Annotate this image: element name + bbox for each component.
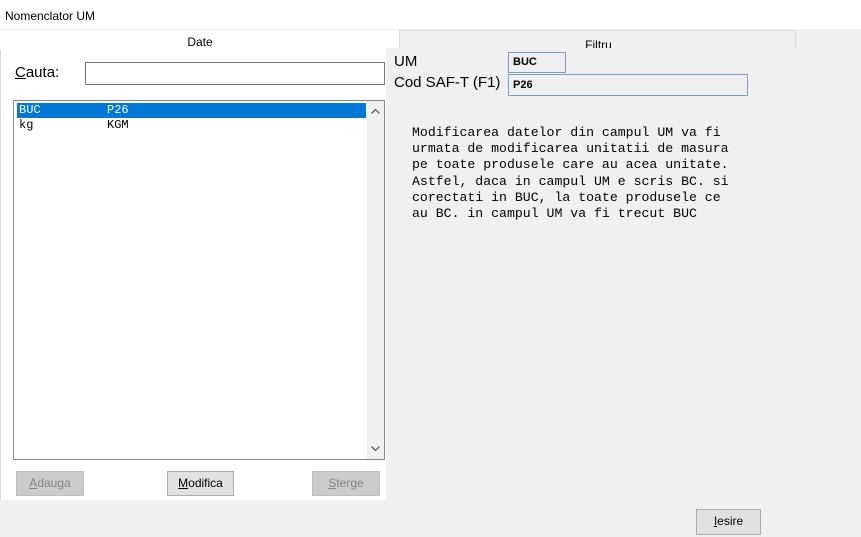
chevron-down-icon[interactable] xyxy=(367,441,384,458)
window-title: Nomenclator UM xyxy=(5,9,96,23)
search-input[interactable] xyxy=(85,62,385,85)
um-field[interactable]: BUC xyxy=(508,52,566,73)
exit-button[interactable]: Iesire xyxy=(696,509,761,535)
tab-date-label: Date xyxy=(187,35,213,49)
list-item-code: KGM xyxy=(107,118,129,132)
search-label: Cauta: xyxy=(15,64,60,81)
chevron-up-icon[interactable] xyxy=(367,103,384,120)
tab-filtru[interactable]: Filtru xyxy=(399,30,796,52)
list-item[interactable]: kg KGM xyxy=(17,118,366,133)
list-item-code: P26 xyxy=(107,103,129,117)
tab-date[interactable]: Date xyxy=(0,30,400,52)
title-bar: Nomenclator UM xyxy=(0,0,861,30)
delete-button[interactable]: Sterge xyxy=(312,471,380,496)
um-label: UM xyxy=(394,53,418,70)
list-item[interactable]: BUC P26 xyxy=(17,103,366,118)
saft-label: Cod SAF-T (F1) xyxy=(394,74,501,91)
saft-field[interactable]: P26 xyxy=(508,74,748,96)
info-note: Modificarea datelor din campul UM va fi … xyxy=(412,125,729,222)
right-background xyxy=(795,30,861,500)
add-button[interactable]: Adauga xyxy=(16,471,84,496)
um-listbox[interactable]: BUC P26 kg KGM xyxy=(13,100,385,460)
list-item-um: BUC xyxy=(19,103,41,117)
list-item-um: kg xyxy=(19,118,34,132)
modify-button[interactable]: Modifica xyxy=(167,471,234,496)
filtru-panel xyxy=(386,48,796,493)
list-scrollbar[interactable] xyxy=(367,101,384,459)
